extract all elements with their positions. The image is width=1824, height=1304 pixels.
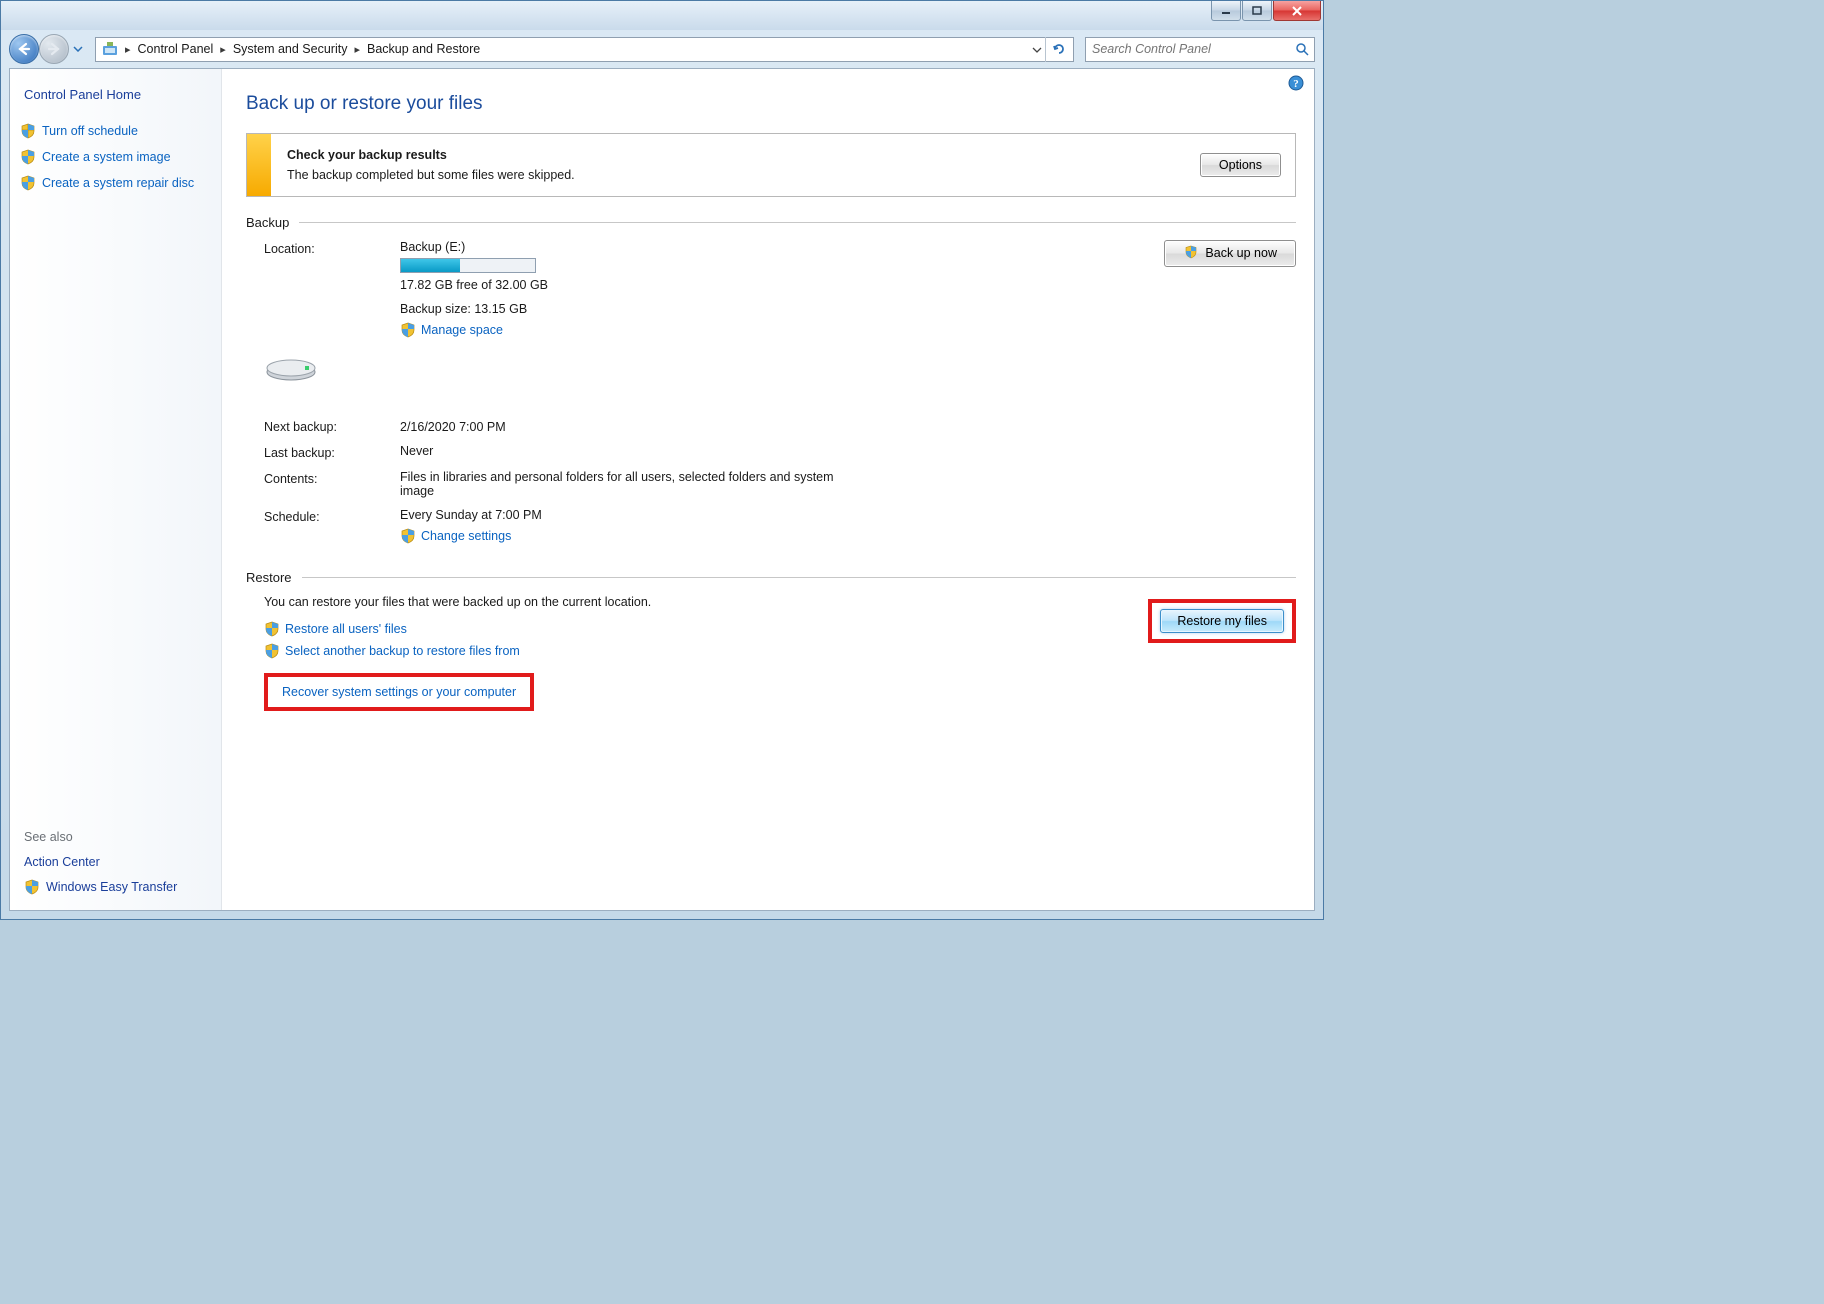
sidebar-link-label: Create a system image bbox=[42, 150, 171, 164]
free-space-text: 17.82 GB free of 32.00 GB bbox=[400, 278, 1110, 292]
address-bar[interactable]: ▸ Control Panel ▸ System and Security ▸ … bbox=[95, 37, 1074, 62]
sidebar: Control Panel Home Turn off schedule Cre… bbox=[10, 69, 222, 910]
svg-text:?: ? bbox=[1293, 78, 1299, 90]
restore-all-users-link[interactable]: Restore all users' files bbox=[264, 615, 1082, 637]
shield-icon bbox=[400, 528, 416, 544]
shield-icon bbox=[24, 879, 40, 895]
notice-accent-bar bbox=[247, 134, 271, 196]
disk-usage-fill bbox=[401, 259, 460, 272]
shield-icon bbox=[1183, 245, 1199, 261]
shield-icon bbox=[264, 643, 280, 659]
maximize-button[interactable] bbox=[1242, 1, 1272, 21]
location-label: Location: bbox=[264, 240, 384, 256]
restore-section-header: Restore bbox=[246, 570, 1296, 585]
restore-my-files-button[interactable]: Restore my files bbox=[1160, 609, 1284, 633]
navigation-row: ▸ Control Panel ▸ System and Security ▸ … bbox=[1, 30, 1323, 68]
back-up-now-button[interactable]: Back up now bbox=[1164, 240, 1296, 267]
restore-button-highlight: Restore my files bbox=[1148, 599, 1296, 643]
minimize-button[interactable] bbox=[1211, 1, 1241, 21]
nav-buttons bbox=[9, 34, 85, 64]
sidebar-item-create-repair-disc[interactable]: Create a system repair disc bbox=[20, 170, 211, 196]
backup-results-notice: Check your backup results The backup com… bbox=[246, 133, 1296, 197]
sidebar-item-action-center[interactable]: Action Center bbox=[20, 850, 211, 874]
contents-label: Contents: bbox=[264, 470, 384, 486]
breadcrumb-chevron[interactable]: ▸ bbox=[351, 43, 363, 56]
window-controls bbox=[1211, 1, 1321, 21]
restore-all-users-label: Restore all users' files bbox=[285, 622, 407, 636]
last-backup-label: Last backup: bbox=[264, 444, 384, 460]
recover-system-highlight: Recover system settings or your computer bbox=[264, 673, 534, 711]
search-box[interactable] bbox=[1085, 37, 1315, 62]
title-bar bbox=[1, 1, 1323, 30]
search-input[interactable] bbox=[1086, 42, 1290, 56]
backup-size-text: Backup size: 13.15 GB bbox=[400, 292, 1110, 316]
manage-space-link[interactable]: Manage space bbox=[400, 316, 1110, 338]
location-value: Backup (E:) bbox=[400, 240, 1110, 254]
nav-history-dropdown[interactable] bbox=[71, 38, 85, 60]
schedule-label: Schedule: bbox=[264, 508, 384, 524]
sidebar-link-label: Action Center bbox=[24, 855, 100, 869]
sidebar-item-easy-transfer[interactable]: Windows Easy Transfer bbox=[20, 874, 211, 900]
section-label: Restore bbox=[246, 570, 292, 585]
control-panel-home-link[interactable]: Control Panel Home bbox=[20, 83, 211, 118]
restore-description: You can restore your files that were bac… bbox=[264, 595, 1082, 615]
content-area: Control Panel Home Turn off schedule Cre… bbox=[9, 68, 1315, 911]
restore-details: You can restore your files that were bac… bbox=[246, 595, 1296, 711]
shield-icon bbox=[400, 322, 416, 338]
select-another-backup-link[interactable]: Select another backup to restore files f… bbox=[264, 637, 1082, 659]
breadcrumb-chevron[interactable]: ▸ bbox=[122, 43, 134, 56]
shield-icon bbox=[20, 149, 36, 165]
breadcrumb-item[interactable]: Control Panel bbox=[135, 41, 217, 57]
breadcrumb: ▸ Control Panel ▸ System and Security ▸ … bbox=[122, 41, 1027, 57]
breadcrumb-item[interactable]: System and Security bbox=[230, 41, 351, 57]
back-up-now-label: Back up now bbox=[1205, 246, 1277, 260]
breadcrumb-item[interactable]: Backup and Restore bbox=[364, 41, 483, 57]
main-panel: ? Back up or restore your files Check yo… bbox=[222, 69, 1314, 910]
refresh-button[interactable] bbox=[1045, 37, 1071, 62]
help-icon[interactable]: ? bbox=[1288, 75, 1304, 91]
breadcrumb-chevron[interactable]: ▸ bbox=[217, 43, 229, 56]
close-button[interactable] bbox=[1273, 1, 1321, 21]
notice-title: Check your backup results bbox=[287, 148, 1180, 168]
page-title: Back up or restore your files bbox=[246, 79, 1296, 133]
sidebar-item-create-system-image[interactable]: Create a system image bbox=[20, 144, 211, 170]
next-backup-value: 2/16/2020 7:00 PM bbox=[400, 392, 1296, 434]
manage-space-label: Manage space bbox=[421, 323, 503, 337]
backup-section-header: Backup bbox=[246, 215, 1296, 230]
shield-icon bbox=[264, 621, 280, 637]
search-icon[interactable] bbox=[1290, 42, 1314, 56]
backup-details: Location: Backup (E:) 17.82 GB free of 3… bbox=[246, 240, 1296, 544]
control-panel-icon bbox=[101, 40, 119, 58]
sidebar-bottom: See also Action Center Windows Easy Tran… bbox=[20, 824, 211, 900]
sidebar-item-turn-off-schedule[interactable]: Turn off schedule bbox=[20, 118, 211, 144]
control-panel-window: ▸ Control Panel ▸ System and Security ▸ … bbox=[0, 0, 1324, 920]
options-button[interactable]: Options bbox=[1200, 153, 1281, 177]
change-settings-link[interactable]: Change settings bbox=[400, 522, 1296, 544]
disk-usage-bar bbox=[400, 258, 536, 273]
sidebar-link-label: Create a system repair disc bbox=[42, 176, 194, 190]
schedule-value: Every Sunday at 7:00 PM bbox=[400, 508, 1296, 522]
sidebar-link-label: Windows Easy Transfer bbox=[46, 880, 177, 894]
last-backup-value: Never bbox=[400, 444, 1296, 458]
nav-forward-button[interactable] bbox=[39, 34, 69, 64]
notice-body-text: The backup completed but some files were… bbox=[287, 168, 1180, 182]
shield-icon bbox=[20, 175, 36, 191]
select-another-backup-label: Select another backup to restore files f… bbox=[285, 644, 520, 658]
nav-back-button[interactable] bbox=[9, 34, 39, 64]
see-also-label: See also bbox=[20, 824, 211, 850]
recover-system-link[interactable]: Recover system settings or your computer bbox=[282, 685, 516, 699]
disk-drive-icon bbox=[264, 348, 384, 382]
address-dropdown[interactable] bbox=[1027, 42, 1045, 56]
contents-value: Files in libraries and personal folders … bbox=[400, 470, 840, 498]
sidebar-link-label: Turn off schedule bbox=[42, 124, 138, 138]
shield-icon bbox=[20, 123, 36, 139]
next-backup-label: Next backup: bbox=[264, 392, 384, 434]
section-label: Backup bbox=[246, 215, 289, 230]
change-settings-label: Change settings bbox=[421, 529, 511, 543]
